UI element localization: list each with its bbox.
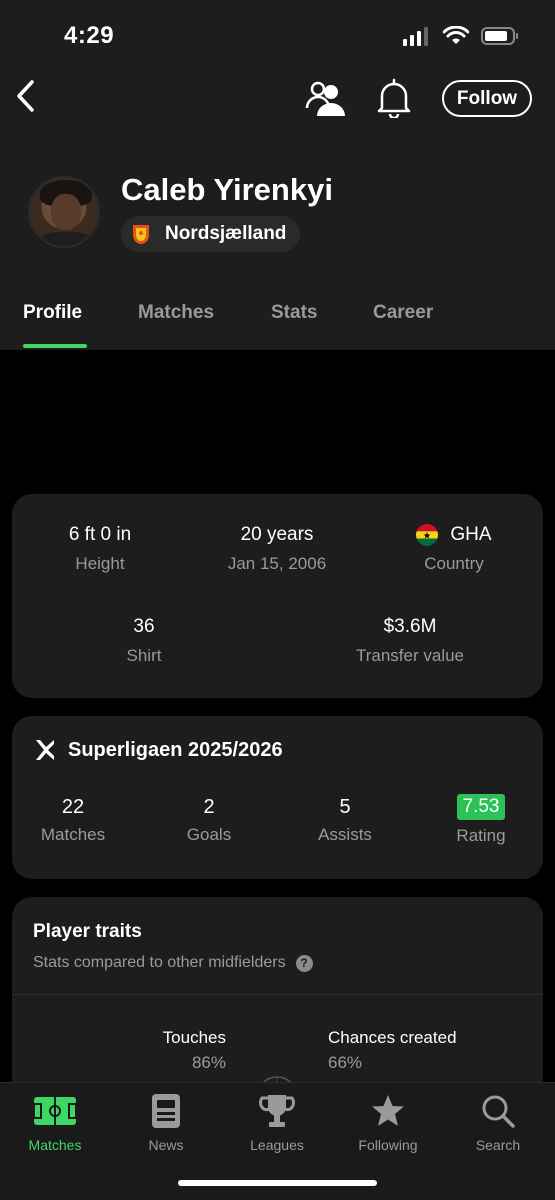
country-cell: GHA Country <box>404 524 504 574</box>
battery-icon <box>481 27 518 45</box>
tab-matches[interactable]: Matches <box>138 302 214 324</box>
height-cell: 6 ft 0 in Height <box>50 524 150 574</box>
help-icon[interactable]: ? <box>295 954 313 972</box>
transfer-value: $3.6M <box>383 616 437 637</box>
divider <box>12 994 543 995</box>
signal-icon <box>403 27 428 46</box>
star-icon <box>372 1095 404 1126</box>
status-bar: 4:29 <box>0 0 555 70</box>
pitch-icon <box>33 1097 77 1125</box>
news-icon <box>152 1094 180 1128</box>
matches-value: 22 <box>61 796 85 818</box>
trait-touches: Touches 86% <box>158 1028 226 1073</box>
team-chip[interactable]: Nordsjælland <box>121 216 301 252</box>
ghana-flag-icon <box>416 524 439 546</box>
follow-button[interactable]: Follow <box>442 80 532 117</box>
country-value: GHA <box>450 524 492 545</box>
league-goals-cell: 2 Goals <box>160 796 258 845</box>
nav-news-label: News <box>148 1137 184 1153</box>
player-avatar <box>28 176 100 248</box>
trait-touches-pct: 86% <box>191 1053 226 1072</box>
active-tab-indicator <box>23 344 87 348</box>
team-crest-icon <box>133 225 149 244</box>
notifications-button[interactable] <box>376 78 412 120</box>
superliga-logo-icon <box>36 740 54 760</box>
nav-search[interactable]: Search <box>448 1093 548 1153</box>
assists-value: 5 <box>339 796 351 818</box>
height-label: Height <box>75 554 125 573</box>
status-time: 4:29 <box>64 22 115 49</box>
nav-matches-label: Matches <box>28 1137 82 1153</box>
trophy-icon <box>259 1095 295 1127</box>
status-icons <box>403 26 519 46</box>
league-title: Superligaen 2025/2026 <box>68 738 283 761</box>
bell-icon <box>377 78 411 120</box>
league-matches-cell: 22 Matches <box>24 796 122 845</box>
nav-leagues-label: Leagues <box>250 1137 304 1153</box>
shirt-cell: 36 Shirt <box>94 616 194 666</box>
nav-matches[interactable]: Matches <box>5 1093 105 1153</box>
profile-tabs: Profile Matches Stats Career <box>0 296 555 350</box>
transfer-cell: $3.6M Transfer value <box>335 616 485 666</box>
tab-profile[interactable]: Profile <box>23 302 82 324</box>
matches-label: Matches <box>40 825 106 844</box>
trait-chances-label: Chances created <box>328 1028 457 1047</box>
rating-label: Rating <box>456 826 506 845</box>
goals-label: Goals <box>186 825 232 844</box>
back-button[interactable] <box>10 76 40 116</box>
shirt-label: Shirt <box>126 646 162 665</box>
traits-title: Player traits <box>33 921 142 942</box>
people-icon <box>305 81 345 116</box>
league-stats-card[interactable]: Superligaen 2025/2026 22 Matches 2 Goals… <box>12 716 543 879</box>
nav-news[interactable]: News <box>116 1093 216 1153</box>
nav-leagues[interactable]: Leagues <box>227 1093 327 1153</box>
player-name: Caleb Yirenkyi <box>121 172 333 207</box>
chevron-left-icon <box>17 80 34 112</box>
traits-subtitle-row: Stats compared to other midfielders ? <box>33 954 313 972</box>
assists-label: Assists <box>318 825 372 844</box>
country-label: Country <box>424 554 484 573</box>
compare-players-button[interactable] <box>304 78 348 118</box>
goals-value: 2 <box>203 796 215 818</box>
transfer-label: Transfer value <box>355 646 465 665</box>
rating-badge: 7.53 <box>456 794 506 820</box>
league-assists-cell: 5 Assists <box>296 796 394 845</box>
profile-header: 4:29 Follow Caleb Yirenkyi Nordsjælland … <box>0 0 555 350</box>
player-info-card: 6 ft 0 in Height 20 years Jan 15, 2006 G… <box>12 494 543 698</box>
player-traits-card: Player traits Stats compared to other mi… <box>12 897 543 1097</box>
nav-search-label: Search <box>475 1137 521 1153</box>
age-cell: 20 years Jan 15, 2006 <box>212 524 342 574</box>
trait-chances-created: Chances created 66% <box>328 1028 457 1073</box>
height-value: 6 ft 0 in <box>68 524 132 545</box>
tab-career[interactable]: Career <box>373 302 433 324</box>
search-icon <box>482 1095 515 1128</box>
trait-chances-pct: 66% <box>328 1053 363 1072</box>
trait-touches-label: Touches <box>162 1028 226 1047</box>
wifi-icon <box>443 26 469 44</box>
tab-stats[interactable]: Stats <box>271 302 317 324</box>
team-name: Nordsjælland <box>165 223 287 244</box>
nav-following[interactable]: Following <box>338 1093 438 1153</box>
age-value: 20 years <box>240 524 314 545</box>
top-nav: Follow <box>0 70 555 130</box>
shirt-value: 36 <box>133 616 155 637</box>
home-indicator[interactable] <box>178 1180 377 1186</box>
birth-date: Jan 15, 2006 <box>227 554 327 573</box>
league-title-row: Superligaen 2025/2026 <box>34 738 283 762</box>
traits-subtitle: Stats compared to other midfielders <box>33 954 286 971</box>
league-rating-cell: 7.53 Rating <box>432 794 530 846</box>
nav-following-label: Following <box>358 1137 418 1153</box>
